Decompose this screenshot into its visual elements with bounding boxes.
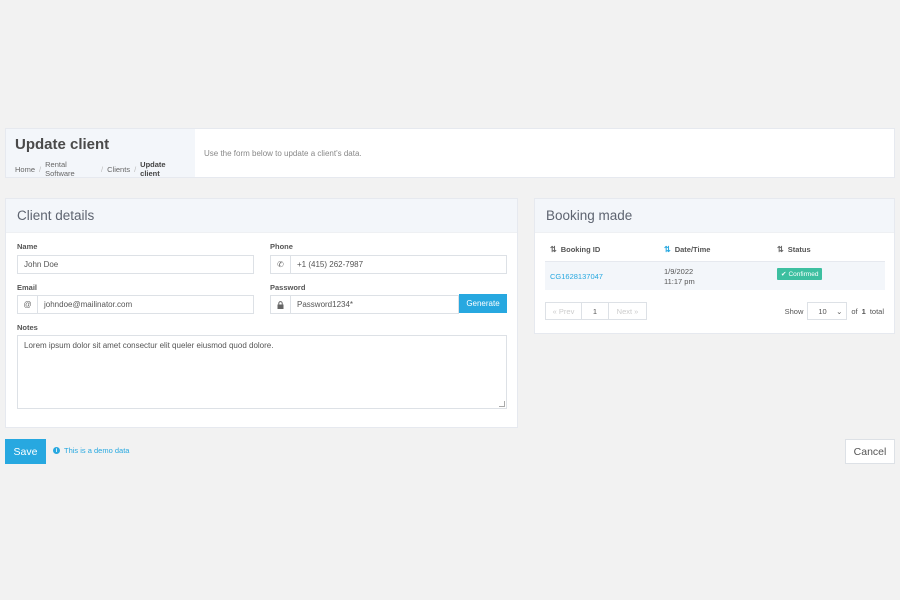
client-details-heading: Client details — [6, 199, 517, 233]
header-title-block: Update client Home / Rental Software / C… — [6, 129, 195, 178]
password-label: Password — [270, 283, 306, 292]
breadcrumb-separator: / — [134, 164, 137, 174]
notes-value: Lorem ipsum dolor sit amet consectur eli… — [24, 341, 274, 350]
page-size-value: 10 — [818, 306, 827, 316]
total-label: total — [869, 306, 884, 316]
page-header: Update client Home / Rental Software / C… — [5, 128, 895, 178]
lock-icon — [271, 296, 291, 313]
chevron-down-icon: ⌄ — [836, 306, 843, 316]
email-label: Email — [17, 283, 38, 292]
name-field[interactable]: John Doe — [17, 255, 254, 274]
page-title: Update client — [15, 136, 110, 153]
at-icon: @ — [18, 296, 38, 313]
name-value: John Doe — [24, 260, 59, 269]
demo-note: i This is a demo data — [53, 446, 129, 455]
table-row[interactable]: CG1628137047 1/9/2022 11:17 pm ✔ Confirme… — [545, 261, 885, 290]
breadcrumb: Home / Rental Software / Clients / Updat… — [15, 160, 186, 178]
breadcrumb-home[interactable]: Home — [15, 165, 35, 174]
notes-textarea[interactable]: Lorem ipsum dolor sit amet consectur eli… — [17, 335, 507, 409]
column-date-time[interactable]: ⇅ Date/Time — [664, 245, 710, 254]
email-value: johndoe@mailinator.com — [44, 300, 133, 309]
of-label: of — [851, 306, 858, 316]
column-booking-id-label: Booking ID — [560, 245, 601, 254]
breadcrumb-separator: / — [101, 164, 104, 174]
booking-id-link[interactable]: CG1628137047 — [550, 272, 603, 281]
generate-password-button[interactable]: Generate — [459, 294, 507, 313]
page-size-select[interactable]: 10 ⌄ — [807, 302, 848, 320]
column-booking-id[interactable]: ⇅ Booking ID — [550, 245, 600, 254]
sort-active-icon: ⇅ — [664, 245, 671, 254]
total-pages: 1 — [861, 306, 866, 316]
prev-page-button[interactable]: « Prev — [546, 303, 582, 319]
show-label: Show — [784, 306, 804, 316]
password-field[interactable]: Password1234* — [270, 295, 459, 314]
breadcrumb-current: Update client — [140, 160, 166, 178]
pagination: « Prev 1 Next » — [545, 302, 647, 320]
breadcrumb-rental-software[interactable]: Rental Software — [45, 160, 97, 178]
booking-heading: Booking made — [535, 199, 894, 233]
column-status-label: Status — [787, 245, 811, 254]
email-field[interactable]: @ johndoe@mailinator.com — [17, 295, 254, 314]
booking-time: 11:17 pm — [664, 277, 695, 286]
booking-date: 1/9/2022 — [664, 267, 694, 276]
column-date-time-label: Date/Time — [674, 245, 711, 254]
booking-panel: Booking made ⇅ Booking ID ⇅ Date/Time ⇅ … — [534, 198, 895, 334]
demo-note-text: This is a demo data — [64, 446, 130, 455]
password-value: Password1234* — [297, 300, 354, 309]
phone-icon: ✆ — [271, 256, 291, 273]
next-page-button[interactable]: Next » — [609, 303, 646, 319]
breadcrumb-clients[interactable]: Clients — [107, 165, 130, 174]
status-badge: ✔ Confirmed — [777, 268, 823, 280]
name-label: Name — [17, 242, 38, 251]
resize-handle[interactable] — [499, 401, 505, 407]
page-number[interactable]: 1 — [582, 303, 609, 319]
column-status[interactable]: ⇅ Status — [777, 245, 811, 254]
sort-icon: ⇅ — [777, 245, 784, 254]
phone-field[interactable]: ✆ +1 (415) 262-7987 — [270, 255, 507, 274]
sort-icon: ⇅ — [550, 245, 557, 254]
client-details-panel: Client details Name John Doe Phone ✆ +1 … — [5, 198, 518, 428]
page-description: Use the form below to update a client's … — [204, 148, 362, 158]
cancel-button[interactable]: Cancel — [845, 439, 895, 464]
status-label: Confirmed — [788, 270, 819, 278]
page-size-control: Show 10 ⌄ of 1 total — [785, 302, 884, 320]
notes-label: Notes — [17, 323, 38, 332]
check-icon: ✔ — [781, 271, 787, 278]
phone-value: +1 (415) 262-7987 — [297, 260, 364, 269]
info-icon: i — [53, 447, 60, 454]
breadcrumb-separator: / — [39, 164, 42, 174]
phone-label: Phone — [270, 242, 293, 251]
save-button[interactable]: Save — [5, 439, 46, 464]
